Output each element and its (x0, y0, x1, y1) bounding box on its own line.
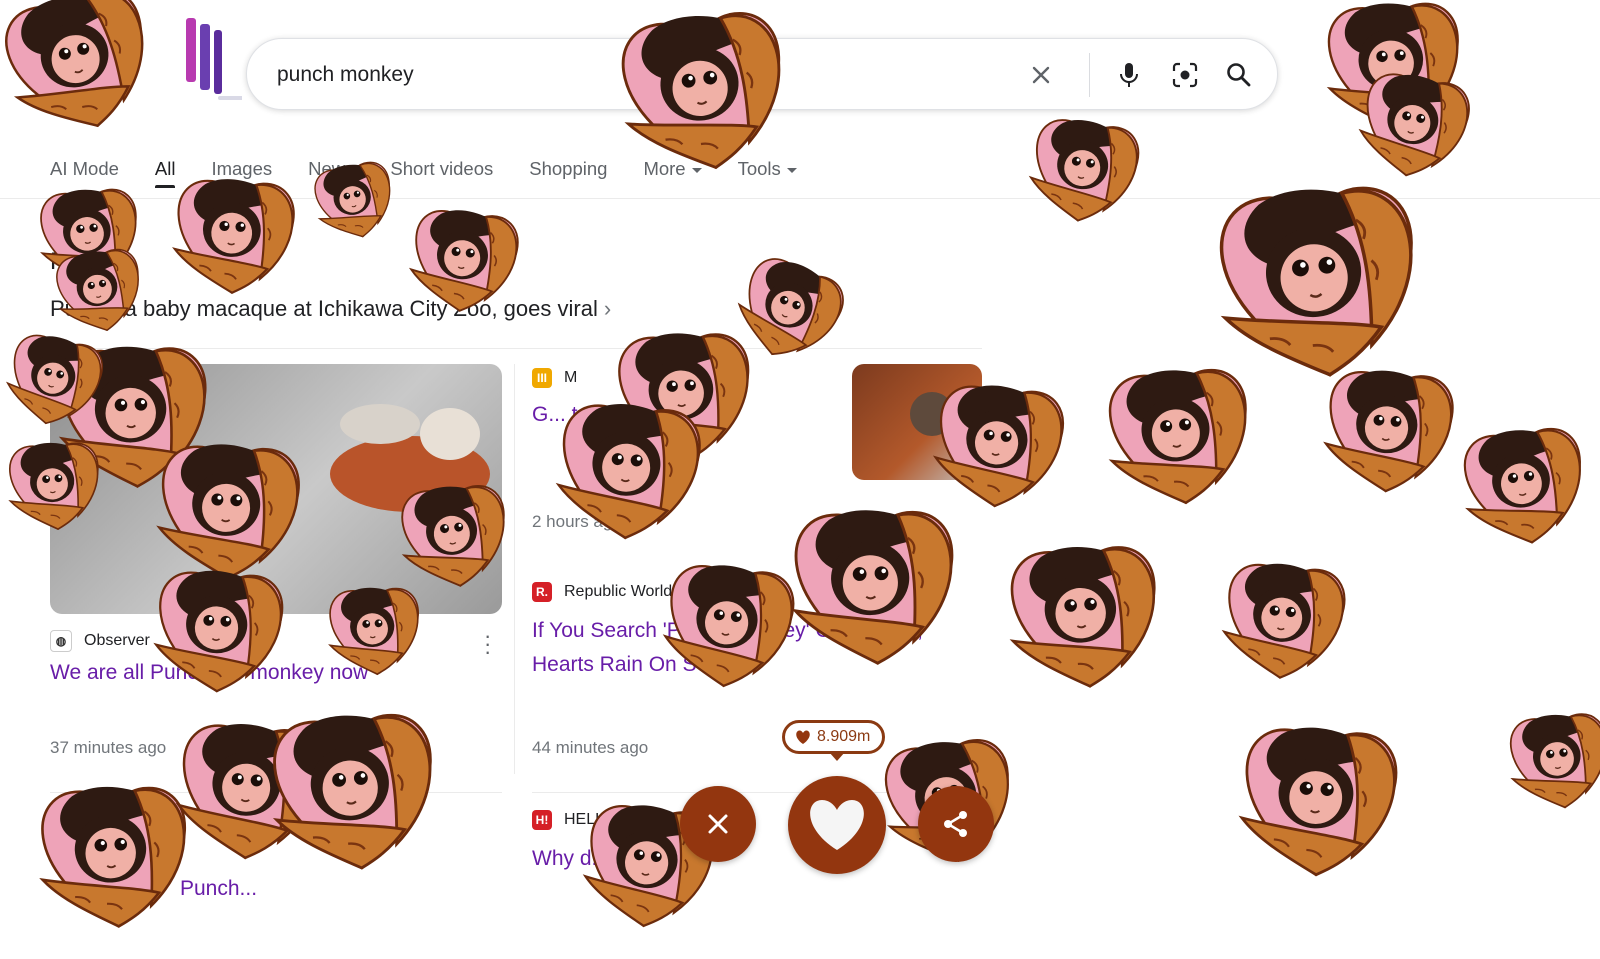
monkey-heart-sticker (1219, 558, 1349, 684)
top-stories-title: Punch (50, 248, 119, 275)
monkey-heart-sticker (1353, 66, 1475, 185)
tab-tools-label: Tools (737, 158, 781, 179)
story-source: H! HELLO! (532, 810, 621, 830)
close-hearts-button[interactable] (680, 786, 756, 862)
monkey-heart-sticker (1505, 708, 1600, 814)
monkey-heart-sticker (1321, 365, 1457, 497)
doodle-logo[interactable] (178, 14, 246, 104)
tab-tools[interactable]: Tools (738, 152, 797, 188)
story-time: 2 hours ago (532, 512, 622, 531)
top-stories-subtitle-text: Punch, a baby macaque at Ichikawa City Z… (50, 296, 598, 321)
more-options-icon[interactable]: · · · (484, 625, 492, 663)
tab-ai-mode[interactable]: AI Mode (50, 152, 119, 188)
share-icon (944, 811, 967, 837)
hearts-counter: 8.909m (782, 720, 886, 761)
search-icon (1227, 63, 1251, 87)
monkey-with-orangutan-plush-image (330, 404, 490, 512)
tab-more[interactable]: More (643, 152, 702, 188)
monkey-heart-sticker (1103, 362, 1255, 511)
story-source-name: Republic World (564, 583, 673, 600)
monkey-heart-sticker (174, 718, 324, 864)
monkey-heart-sticker (1458, 421, 1591, 551)
tab-news[interactable]: News (308, 152, 354, 188)
monkey-heart-sticker (1024, 113, 1144, 229)
monkey-heart-sticker (51, 243, 148, 339)
story-link[interactable]: G... t... o... million... (532, 398, 822, 432)
tab-short-videos[interactable]: Short videos (390, 152, 493, 188)
clear-search-button[interactable] (1025, 59, 1057, 91)
microphone-icon (1120, 63, 1138, 87)
tab-all[interactable]: All (154, 152, 175, 188)
monkey-photo-image (910, 392, 954, 436)
monkey-heart-sticker (1237, 722, 1400, 880)
voice-search-button[interactable] (1113, 59, 1145, 91)
chevron-down-icon (786, 167, 797, 173)
observer-favicon-icon: ◍ (50, 630, 72, 652)
republic-favicon-icon: R. (532, 582, 552, 602)
close-icon (1032, 66, 1050, 84)
story-link[interactable]: If You Search 'Punch Monkey' On Google, … (532, 614, 972, 682)
monkey-heart-sticker (1211, 177, 1427, 387)
row-divider (532, 792, 982, 793)
monkey-heart-sticker (1323, 0, 1465, 136)
lens-search-button[interactable] (1169, 59, 1201, 91)
tab-shopping[interactable]: Shopping (529, 152, 607, 188)
story-time: 37 minutes ago (50, 738, 167, 757)
search-bar (246, 38, 1278, 111)
search-bar-divider (1089, 53, 1090, 97)
like-button[interactable] (788, 776, 886, 874)
top-stories-subtitle[interactable]: Punch, a baby macaque at Ichikawa City Z… (50, 296, 611, 322)
story-source-name: HELLO! (564, 811, 621, 828)
close-icon (708, 814, 728, 834)
hello-favicon-icon: H! (532, 810, 552, 830)
column-divider (514, 364, 515, 774)
chevron-right-icon: › (603, 296, 612, 321)
story-link[interactable]: Punch... (180, 872, 480, 906)
story-link[interactable]: We are all Punch the monkey now (50, 656, 490, 690)
story-source-name: M (564, 369, 578, 386)
news-favicon-icon: III (532, 368, 552, 388)
search-submit-button[interactable] (1223, 59, 1255, 91)
story-time: 44 minutes ago (532, 738, 649, 757)
white-heart-icon (810, 800, 864, 850)
hearts-count: 8.909m (817, 728, 871, 745)
monkey-heart-sticker (1005, 540, 1163, 693)
tab-images[interactable]: Images (211, 152, 272, 188)
tab-more-label: More (643, 158, 686, 179)
heart-icon (796, 730, 810, 744)
monkey-heart-sticker (36, 781, 192, 932)
story-link[interactable]: Why d... (532, 842, 972, 876)
search-input[interactable] (275, 39, 979, 111)
story-source: R. Republic World (532, 582, 672, 602)
story-source: ◍ Observer (50, 630, 150, 652)
monkey-heart-sticker (309, 156, 400, 246)
story-source-name: Observer (84, 632, 150, 649)
chevron-down-icon (691, 167, 702, 173)
share-button[interactable] (918, 786, 994, 862)
story-thumbnail[interactable] (852, 364, 982, 480)
tabs-divider (0, 198, 1600, 199)
monkey-heart-sticker (614, 328, 754, 465)
story-source: III M (532, 368, 577, 388)
story-thumbnail[interactable] (50, 364, 502, 614)
section-divider (50, 348, 982, 349)
camera-lens-icon (1172, 62, 1198, 88)
row-divider (50, 792, 502, 793)
search-tabs: AI Mode All Images News Short videos Sho… (50, 152, 833, 188)
